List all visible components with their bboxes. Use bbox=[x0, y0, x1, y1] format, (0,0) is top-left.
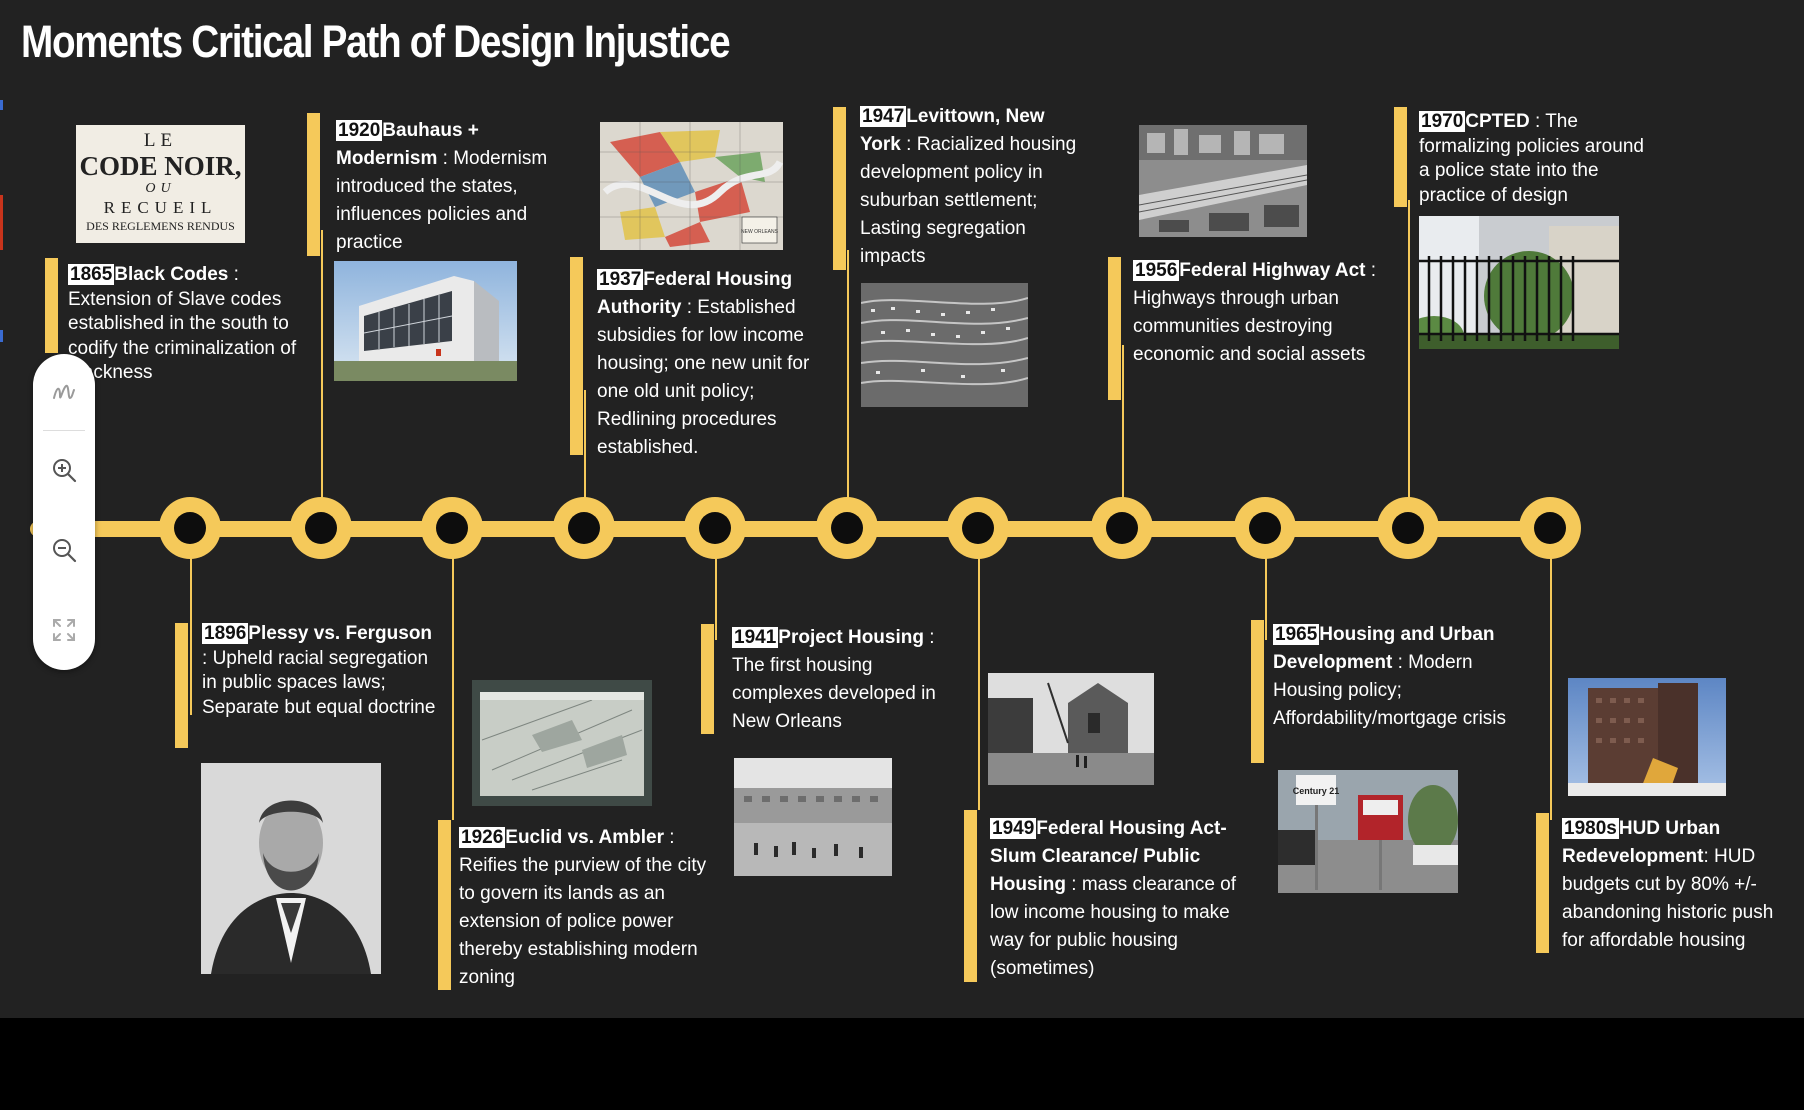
connector-line bbox=[847, 250, 849, 502]
event-year: 1896 bbox=[202, 623, 249, 644]
event-marker bbox=[1536, 813, 1549, 953]
event-year: 1956 bbox=[1133, 260, 1180, 281]
plessy-portrait-photo bbox=[201, 763, 381, 974]
event-description: The first housing complexes developed in… bbox=[732, 655, 936, 732]
expand-icon bbox=[53, 619, 75, 641]
event-year: 1947 bbox=[860, 106, 907, 127]
connector-line bbox=[584, 390, 586, 502]
event-1941: 1941 Project Housing : The first housing … bbox=[732, 627, 936, 732]
event-title: Plessy vs. Ferguson bbox=[248, 623, 433, 644]
timeline-node-1926 bbox=[553, 497, 615, 559]
event-year: 1937 bbox=[597, 269, 644, 290]
timeline-node-1941 bbox=[816, 497, 878, 559]
scribble-icon bbox=[53, 384, 75, 400]
event-title: CPTED bbox=[1465, 111, 1530, 132]
levittown-aerial-photo bbox=[861, 283, 1028, 407]
page-title: Moments Critical Path of Design Injustic… bbox=[21, 16, 731, 67]
connector-line bbox=[1122, 345, 1124, 502]
zoom-toolbar bbox=[33, 354, 95, 670]
slum-clearance-photo bbox=[988, 673, 1154, 785]
fullscreen-button[interactable] bbox=[44, 610, 84, 650]
slide-canvas: Moments Critical Path of Design Injustic… bbox=[0, 0, 1804, 1018]
zoom-out-icon bbox=[53, 539, 77, 563]
event-marker bbox=[701, 624, 714, 734]
event-1865: 1865 Black Codes : Extension of Slave cod… bbox=[68, 264, 297, 384]
event-year: 1926 bbox=[459, 827, 506, 848]
event-description: Highways through urban communities destr… bbox=[1133, 288, 1366, 365]
event-title: Euclid vs. Ambler bbox=[505, 827, 665, 848]
event-title: Black Codes bbox=[114, 264, 229, 285]
event-description: Established subsidies for low income hou… bbox=[597, 297, 810, 458]
hud-housing-sign-photo: Century 21 bbox=[1278, 770, 1458, 893]
event-1937: 1937 Federal Housing Authority : Establis… bbox=[597, 269, 810, 458]
timeline-node-1970 bbox=[1519, 497, 1581, 559]
cpted-fence-photo bbox=[1419, 216, 1619, 349]
event-1949: 1949 Federal Housing Act-Slum Clearance/ … bbox=[990, 818, 1237, 979]
event-1947: 1947 Levittown, New York : Racialized hou… bbox=[860, 106, 1077, 267]
event-marker bbox=[570, 257, 583, 455]
timeline-node-1965 bbox=[1377, 497, 1439, 559]
event-year: 1980s bbox=[1562, 818, 1619, 839]
zoom-in-icon bbox=[53, 459, 77, 483]
event-1920: 1920 Bauhaus + Modernism : Modernism intr… bbox=[336, 120, 548, 253]
hud-tower-photo bbox=[1568, 678, 1726, 796]
draw-tool-button[interactable] bbox=[44, 372, 84, 412]
event-marker bbox=[1251, 620, 1264, 763]
event-1926: 1926 Euclid vs. Ambler : Reifies the purv… bbox=[459, 827, 707, 988]
left-edge-marker bbox=[0, 330, 3, 342]
timeline-node-1896 bbox=[290, 497, 352, 559]
event-1896: 1896 Plessy vs. Ferguson : Upheld racial … bbox=[202, 623, 436, 718]
svg-text:Century 21: Century 21 bbox=[1293, 786, 1340, 796]
timeline-node-1947 bbox=[947, 497, 1009, 559]
toolbar-divider bbox=[43, 430, 85, 431]
code-noir-document-image: LE CODE NOIR, OU RECUEIL DES REGLEMENS R… bbox=[76, 125, 245, 243]
highway-aerial-photo bbox=[1139, 125, 1307, 237]
event-year: 1965 bbox=[1273, 624, 1320, 645]
left-edge-marker bbox=[0, 100, 3, 110]
event-year: 1970 bbox=[1419, 111, 1466, 132]
event-description: Upheld racial segregation in public spac… bbox=[202, 647, 436, 718]
event-year: 1865 bbox=[68, 264, 115, 285]
timeline-node-1865 bbox=[159, 497, 221, 559]
event-1956: 1956 Federal Highway Act : Highways throu… bbox=[1133, 260, 1377, 365]
event-year: 1949 bbox=[990, 818, 1037, 839]
event-year: 1941 bbox=[732, 627, 779, 648]
event-marker bbox=[1394, 107, 1407, 207]
connector-line bbox=[321, 230, 323, 502]
svg-text:NEW ORLEANS: NEW ORLEANS bbox=[741, 229, 779, 235]
timeline-node-1949 bbox=[1091, 497, 1153, 559]
event-marker bbox=[964, 810, 977, 982]
euclid-zoning-map-image bbox=[472, 680, 652, 806]
event-marker bbox=[45, 258, 58, 353]
event-marker bbox=[307, 113, 320, 256]
event-year: 1920 bbox=[336, 120, 383, 141]
connector-line bbox=[190, 540, 192, 715]
event-marker bbox=[175, 623, 188, 748]
connector-line bbox=[1408, 200, 1410, 502]
left-edge-marker bbox=[0, 195, 3, 250]
event-title: Federal Highway Act bbox=[1179, 260, 1366, 281]
zoom-out-button[interactable] bbox=[44, 530, 84, 570]
event-1980s: 1980s HUD Urban Redevelopment: HUD budget… bbox=[1562, 818, 1774, 951]
redlining-map-image: NEW ORLEANS bbox=[600, 122, 783, 250]
timeline-node-1920 bbox=[421, 497, 483, 559]
event-marker bbox=[438, 820, 451, 990]
event-description: Reifies the purview of the city to gover… bbox=[459, 855, 707, 988]
event-description: Extension of Slave codes established in … bbox=[68, 288, 297, 384]
connector-line bbox=[978, 540, 980, 810]
bauhaus-building-photo bbox=[334, 261, 517, 381]
timeline-node-1956 bbox=[1234, 497, 1296, 559]
event-1965: 1965 Housing and Urban Development : Mode… bbox=[1273, 624, 1507, 729]
connector-line bbox=[452, 540, 454, 820]
timeline-node-1937 bbox=[684, 497, 746, 559]
timeline-bar bbox=[30, 521, 1580, 537]
event-title: Project Housing bbox=[778, 627, 924, 648]
zoom-in-button[interactable] bbox=[44, 450, 84, 490]
project-housing-photo bbox=[734, 758, 892, 876]
connector-line bbox=[1550, 540, 1552, 820]
event-marker bbox=[833, 107, 846, 270]
event-marker bbox=[1108, 257, 1121, 400]
event-1970: 1970 CPTED : The formalizing policies aro… bbox=[1419, 111, 1644, 206]
